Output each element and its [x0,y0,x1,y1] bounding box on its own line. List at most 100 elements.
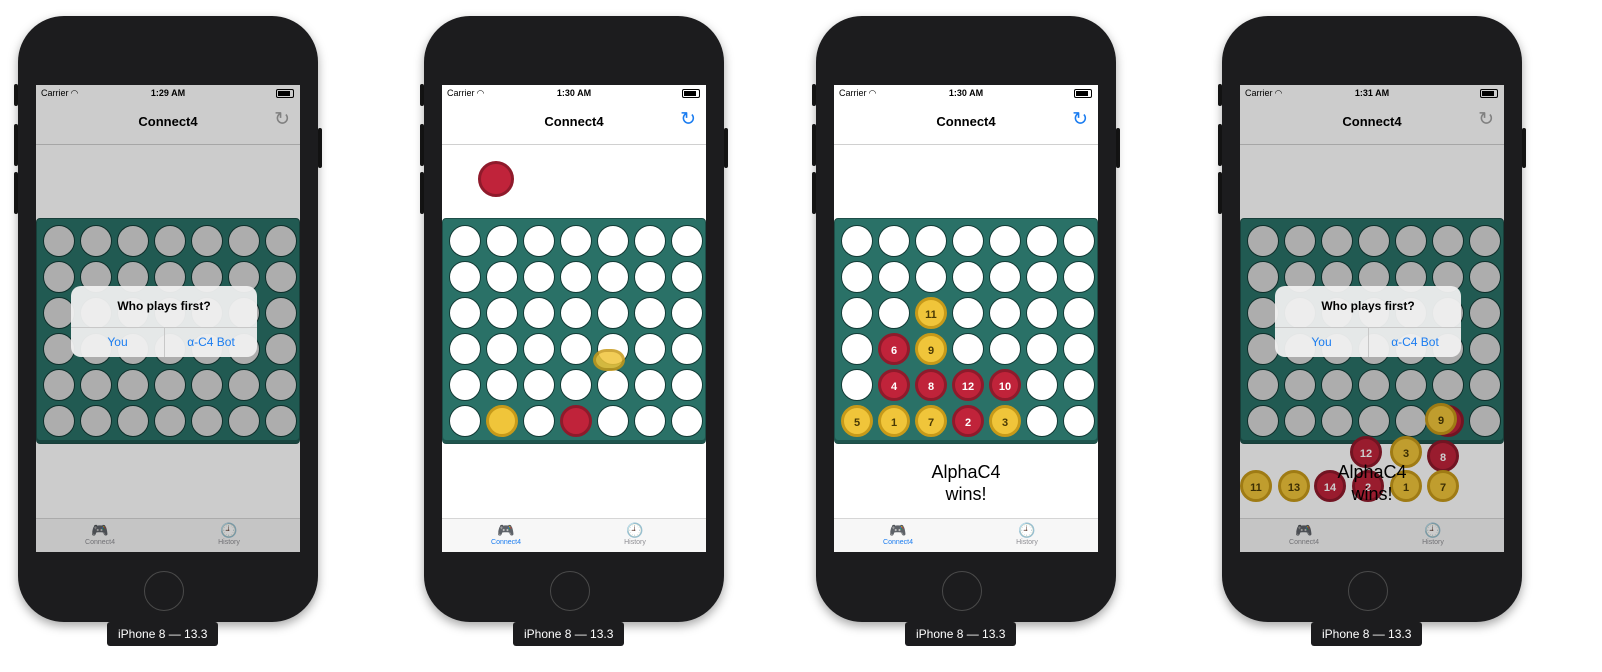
home-button[interactable] [942,571,982,611]
phone-body: Carrier ◠ 1:29 AM Connect4 ↻ 🎮 Connect4 🕘 H… [18,16,318,622]
empty-slot [43,261,75,293]
home-button[interactable] [1348,571,1388,611]
red-piece: 2 [952,405,984,437]
winner-message: AlphaC4 wins! [931,462,1001,504]
yellow-piece: 11 [915,297,947,329]
empty-slot [191,405,223,437]
tab-connect4[interactable]: 🎮 Connect4 [466,522,546,546]
battery-icon [1480,89,1498,98]
first-player-alert: Who plays first? You α-C4 Bot [71,286,257,357]
empty-slot [671,261,703,293]
device-caption: iPhone 8 — 13.3 [905,622,1017,646]
tab-bar: 🎮 Connect4 🕘 History [834,518,1098,552]
empty-slot [449,261,481,293]
tab-connect4-label: Connect4 [1289,539,1319,546]
home-button[interactable] [144,571,184,611]
refresh-icon[interactable]: ↻ [680,110,696,130]
empty-slot [671,405,703,437]
empty-slot [597,369,629,401]
yellow-piece: 1 [878,405,910,437]
tab-history[interactable]: 🕘 History [987,522,1067,546]
empty-slot [191,225,223,257]
status-time: 1:30 AM [556,88,592,98]
empty-slot [191,369,223,401]
empty-slot [265,369,297,401]
empty-slot [560,369,592,401]
empty-slot [634,297,666,329]
battery-icon [276,89,294,98]
empty-slot [486,369,518,401]
empty-slot [560,297,592,329]
screen: Carrier ◠ 1:29 AM Connect4 ↻ 🎮 Connect4 🕘 H… [36,85,300,552]
next-piece-preview[interactable] [478,161,514,197]
empty-slot [1247,225,1279,257]
tab-connect4[interactable]: 🎮 Connect4 [60,522,140,546]
home-button[interactable] [550,571,590,611]
empty-slot [43,225,75,257]
refresh-icon[interactable]: ↻ [274,110,290,130]
tab-history-label: History [624,539,646,546]
red-piece [560,405,592,437]
empty-slot [878,225,910,257]
status-bar: Carrier ◠ 1:30 AM [442,85,706,101]
you-button[interactable]: You [71,327,164,357]
empty-slot [1063,369,1095,401]
empty-slot [1247,369,1279,401]
gamecontroller-icon: 🎮 [889,522,907,538]
empty-slot [486,333,518,365]
empty-slot [671,369,703,401]
empty-slot [671,333,703,365]
empty-slot [634,261,666,293]
empty-slot [486,261,518,293]
empty-slot [523,261,555,293]
nav-bar: Connect4 ↻ [834,101,1098,145]
empty-slot [1063,225,1095,257]
battery-icon [682,89,700,98]
red-piece: 12 [952,369,984,401]
red-piece: 8 [915,369,947,401]
tab-connect4-label: Connect4 [85,539,115,546]
empty-slot [1358,369,1390,401]
you-button[interactable]: You [1275,327,1368,357]
empty-slot [1469,297,1501,329]
phone-body: Carrier ◠ 1:30 AM Connect4 ↻ 🎮 Connect4 🕘 H… [424,16,724,622]
empty-slot [523,225,555,257]
tab-history[interactable]: 🕘 History [595,522,675,546]
tab-connect4[interactable]: 🎮 Connect4 [1264,522,1344,546]
empty-slot [1395,369,1427,401]
tab-history-label: History [218,539,240,546]
bot-button[interactable]: α-C4 Bot [164,327,257,357]
empty-slot [560,225,592,257]
power-button [1116,128,1120,168]
first-player-alert: Who plays first? You α-C4 Bot [1275,286,1461,357]
battery-icon [1074,89,1092,98]
nav-title: Connect4 [544,114,604,129]
empty-slot [523,333,555,365]
empty-slot [449,333,481,365]
refresh-icon[interactable]: ↻ [1072,110,1088,130]
empty-slot [265,261,297,293]
game-board[interactable] [442,218,706,444]
empty-slot [1321,369,1353,401]
status-bar: Carrier ◠ 1:30 AM [834,85,1098,101]
clock-icon: 🕘 [626,522,644,538]
yellow-piece [486,405,518,437]
refresh-icon[interactable]: ↻ [1478,110,1494,130]
empty-slot [265,405,297,437]
power-button [318,128,322,168]
empty-slot [228,369,260,401]
tab-history[interactable]: 🕘 History [189,522,269,546]
empty-slot [449,405,481,437]
game-board[interactable]: 11 6 9 4 8 12 10 5 1 7 2 3 [834,218,1098,444]
tab-history-label: History [1422,539,1444,546]
tab-bar: 🎮 Connect4 🕘 History [36,518,300,552]
empty-slot [80,225,112,257]
empty-slot [1469,225,1501,257]
tab-history[interactable]: 🕘 History [1393,522,1473,546]
empty-slot [634,369,666,401]
empty-slot [154,225,186,257]
bot-button[interactable]: α-C4 Bot [1368,327,1461,357]
tab-history-label: History [1016,539,1038,546]
empty-slot [228,225,260,257]
tab-connect4[interactable]: 🎮 Connect4 [858,522,938,546]
